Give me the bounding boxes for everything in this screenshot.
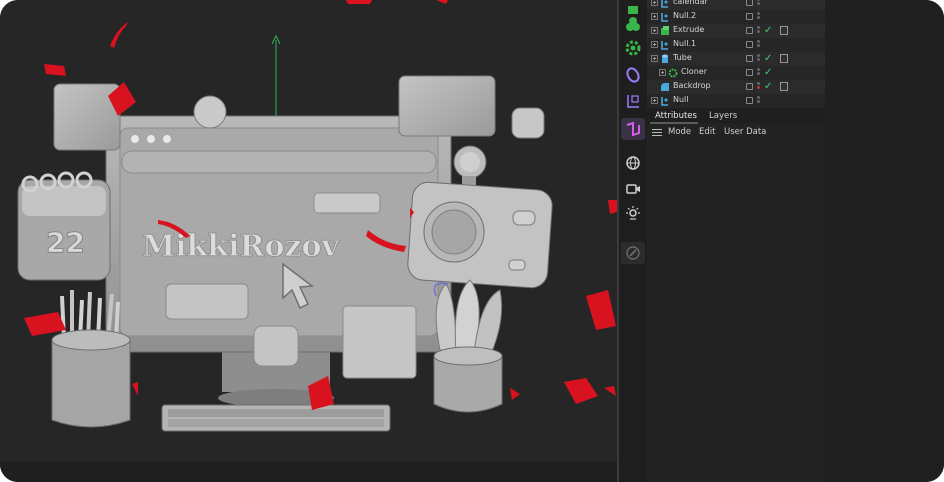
visibility-toggle[interactable]	[746, 27, 753, 34]
backdrop-icon	[660, 82, 670, 92]
object-row[interactable]: Extrude ✓	[647, 24, 825, 38]
material-tag-icon[interactable]	[780, 26, 788, 35]
spline-icon	[625, 121, 641, 137]
edit-tool-button[interactable]	[621, 242, 645, 264]
field-axis-icon	[625, 93, 641, 109]
render-dots[interactable]	[757, 67, 761, 79]
globe-icon	[625, 155, 641, 171]
menu-edit[interactable]: Edit	[699, 127, 715, 137]
visibility-toggle[interactable]	[746, 69, 753, 76]
null-icon	[660, 0, 670, 8]
render-dots[interactable]	[757, 39, 761, 51]
object-name: Null.1	[673, 39, 697, 48]
null-icon	[660, 12, 670, 22]
pencil-cup-model	[51, 290, 131, 428]
material-tag-icon[interactable]	[780, 54, 788, 63]
object-row[interactable]: Null.1	[647, 38, 825, 52]
object-row[interactable]: Null.2	[647, 10, 825, 24]
watermark-text: MikkiRozov	[142, 229, 341, 264]
app-window: MikkiRozov 22 calendar Null.2 Extrude ✓ …	[0, 0, 944, 482]
object-name: Null	[673, 95, 689, 104]
spline-tool-button[interactable]	[621, 118, 645, 140]
light-bulb-icon	[625, 205, 641, 221]
render-dots[interactable]	[757, 0, 761, 9]
field-tool-button[interactable]	[621, 90, 645, 112]
mograph-tool-button[interactable]	[621, 13, 645, 35]
expand-toggle[interactable]	[651, 13, 658, 20]
render-dots[interactable]	[757, 11, 761, 23]
object-name: Backdrop	[673, 81, 711, 90]
light-tool-button[interactable]	[621, 202, 645, 224]
3d-viewport[interactable]: MikkiRozov 22	[0, 0, 617, 482]
render-dots[interactable]	[757, 95, 761, 107]
viewport-status-bar	[0, 462, 617, 482]
object-name: Tube	[673, 53, 692, 62]
effector-tool-button[interactable]	[621, 37, 645, 59]
pen-icon	[625, 245, 641, 261]
menu-user-data[interactable]: User Data	[724, 127, 766, 137]
tab-layers[interactable]: Layers	[709, 111, 737, 121]
expand-toggle[interactable]	[651, 55, 658, 62]
visibility-toggle[interactable]	[746, 55, 753, 62]
brush-cup-model	[433, 279, 503, 413]
deformer-tool-button[interactable]	[621, 64, 645, 86]
object-row[interactable]: Backdrop ✓	[647, 80, 825, 94]
render-dots[interactable]	[757, 81, 761, 93]
object-manager: calendar Null.2 Extrude ✓ Null.1 Tube ✓ …	[647, 0, 825, 108]
expand-toggle[interactable]	[651, 0, 658, 6]
hamburger-menu-icon[interactable]	[652, 129, 662, 136]
null-icon	[660, 96, 670, 106]
attributes-panel: Attributes Layers Mode Edit User Data	[647, 108, 825, 482]
calendar-model: 22	[17, 171, 111, 281]
camera-tool-button[interactable]	[621, 178, 645, 200]
scene-render: MikkiRozov 22	[17, 0, 617, 432]
tube-icon	[660, 54, 670, 64]
video-camera-icon	[625, 181, 641, 197]
visibility-toggle[interactable]	[746, 41, 753, 48]
expand-toggle[interactable]	[651, 27, 658, 34]
menu-mode[interactable]: Mode	[668, 127, 691, 137]
enabled-check-icon[interactable]: ✓	[764, 67, 772, 79]
right-empty-panel	[825, 0, 944, 482]
object-name: calendar	[673, 0, 708, 6]
enabled-check-icon[interactable]: ✓	[764, 81, 772, 93]
extrude-icon	[660, 26, 670, 36]
visibility-toggle[interactable]	[746, 83, 753, 90]
object-name: Null.2	[673, 11, 697, 20]
expand-toggle[interactable]	[651, 97, 658, 104]
visibility-toggle[interactable]	[746, 97, 753, 104]
render-dots[interactable]	[757, 25, 761, 37]
tab-attributes[interactable]: Attributes	[655, 111, 697, 121]
object-row[interactable]: Cloner ✓	[647, 66, 825, 80]
object-row[interactable]: calendar	[647, 0, 825, 10]
material-tag-icon[interactable]	[780, 82, 788, 91]
environment-tool-button[interactable]	[621, 152, 645, 174]
object-name: Extrude	[673, 25, 705, 34]
attributes-tabs: Attributes Layers	[647, 108, 825, 124]
render-dots[interactable]	[757, 53, 761, 65]
attributes-menu-bar: Mode Edit User Data	[647, 124, 825, 140]
object-row[interactable]: Tube ✓	[647, 52, 825, 66]
null-icon	[660, 40, 670, 50]
expand-toggle[interactable]	[651, 41, 658, 48]
gear-icon	[625, 40, 641, 56]
cloner-icon	[668, 68, 678, 78]
keyboard-model	[161, 404, 391, 432]
enabled-check-icon[interactable]: ✓	[764, 53, 772, 65]
object-row[interactable]: Null	[647, 94, 825, 108]
visibility-toggle[interactable]	[746, 13, 753, 20]
deformer-icon	[625, 67, 641, 83]
mograph-icon	[625, 16, 641, 32]
svg-text:22: 22	[46, 226, 85, 259]
expand-toggle[interactable]	[659, 69, 666, 76]
enabled-check-icon[interactable]: ✓	[764, 25, 772, 37]
object-name: Cloner	[681, 67, 707, 76]
tool-icon-strip	[619, 0, 647, 482]
visibility-toggle[interactable]	[746, 0, 753, 6]
